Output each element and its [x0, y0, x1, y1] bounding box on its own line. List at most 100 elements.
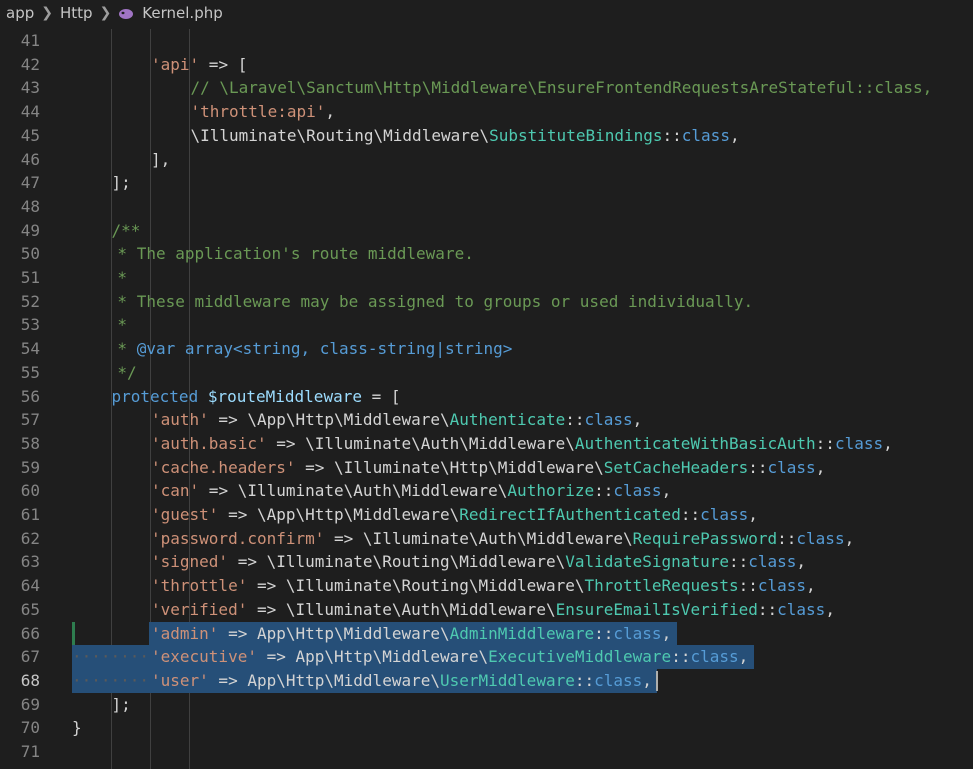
line-number: 45	[20, 125, 40, 145]
chevron-right-icon: ❯	[41, 4, 53, 21]
code-line[interactable]: 65 'verified' => \Illuminate\Auth\Middlew…	[0, 598, 973, 622]
line-number: 56	[20, 386, 40, 406]
code-line[interactable]: 44 'throttle:api',	[0, 100, 973, 124]
breadcrumb-item-app[interactable]: app	[6, 4, 34, 22]
code-line[interactable]: 66 'admin' => App\Http\Middleware\AdminMi…	[0, 621, 973, 646]
code-line[interactable]: 47];	[0, 171, 973, 195]
line-number: 68	[20, 670, 40, 690]
line-number: 52	[20, 291, 40, 311]
code-line[interactable]: 53 *	[0, 313, 973, 337]
text-cursor	[656, 670, 659, 691]
line-number: 43	[20, 78, 40, 98]
line-number: 66	[20, 623, 40, 643]
code-text: 'throttle' => \Illuminate\Routing\Middle…	[151, 576, 816, 596]
code-line[interactable]: 57 'auth' => \App\Http\Middleware\Authent…	[0, 408, 973, 432]
code-text: // \Laravel\Sanctum\Http\Middleware\Ensu…	[190, 78, 933, 98]
breadcrumb: app ❯ Http ❯ Kernel.php	[0, 0, 973, 25]
code-line[interactable]: 70}	[0, 716, 973, 740]
php-elephant-icon	[119, 8, 134, 19]
line-number: 55	[20, 362, 40, 382]
code-line[interactable]: 63 'signed' => \Illuminate\Routing\Middle…	[0, 550, 973, 574]
line-number: 61	[20, 505, 40, 524]
code-text: 'throttle:api',	[190, 102, 336, 122]
line-number: 51	[20, 268, 40, 287]
code-text: *	[117, 268, 128, 287]
code-line[interactable]: ········ 67 'executive' => App\Http\Middle…	[0, 645, 973, 669]
code-line[interactable]: 59 'cache.headers' => \Illuminate\Http\Mi…	[0, 456, 973, 480]
code-text: 'user' => App\Http\Middleware\UserMiddle…	[151, 670, 652, 690]
code-line[interactable]: 45 \Illuminate\Routing\Middleware\Substit…	[0, 124, 973, 148]
code-text: 'cache.headers' => \Illuminate\Http\Midd…	[151, 457, 826, 477]
line-number: 71	[20, 742, 40, 761]
code-text: 'auth.basic' => \Illuminate\Auth\Middlew…	[151, 433, 893, 453]
code-line[interactable]: 41	[0, 29, 973, 53]
code-line[interactable]: 69];	[0, 693, 973, 717]
code-line[interactable]: 49 /**	[0, 219, 973, 243]
line-number: 65	[20, 599, 40, 619]
line-number: 69	[20, 694, 40, 714]
whitespace-render: ········	[72, 670, 150, 690]
breadcrumb-item-http[interactable]: Http	[60, 4, 93, 22]
code-text: 'can' => \Illuminate\Auth\Middleware\Aut…	[151, 481, 672, 501]
code-text: */	[117, 362, 137, 382]
code-text: 'executive' => App\Http\Middleware\Execu…	[151, 647, 749, 667]
line-number: 57	[20, 410, 40, 430]
line-number: 70	[20, 718, 40, 738]
code-text: ],	[151, 149, 171, 169]
code-text: 'auth' => \App\Http\Middleware\Authentic…	[151, 410, 643, 430]
code-text: \Illuminate\Routing\Middleware\Substitut…	[190, 125, 740, 145]
code-line[interactable]: 62 'password.confirm' => \Illuminate\Auth…	[0, 527, 973, 551]
code-line[interactable]: 51 *	[0, 266, 973, 290]
line-number: 48	[20, 196, 40, 216]
line-number: 47	[20, 173, 40, 193]
code-line[interactable]: 43 // \Laravel\Sanctum\Http\Middleware\En…	[0, 76, 973, 100]
line-number: 67	[20, 647, 40, 667]
code-line[interactable]: 60 'can' => \Illuminate\Auth\Middleware\A…	[0, 479, 973, 503]
code-line[interactable]: 56 protected $routeMiddleware = [	[0, 385, 973, 409]
code-text: 'signed' => \Illuminate\Routing\Middlewa…	[151, 552, 807, 572]
code-text: /**	[111, 220, 141, 240]
code-line[interactable]: 52 * These middleware may be assigned to …	[0, 290, 973, 314]
line-number: 63	[20, 552, 40, 572]
code-text: ];	[111, 173, 131, 193]
code-text: * The application's route middleware.	[117, 244, 474, 264]
code-line[interactable]: 61 'guest' => \App\Http\Middleware\Redire…	[0, 503, 973, 527]
code-line[interactable]: ········ 68 'user' => App\Http\Middleware\…	[0, 668, 973, 693]
code-line[interactable]: 46],	[0, 148, 973, 172]
code-line[interactable]: 64 'throttle' => \Illuminate\Routing\Midd…	[0, 574, 973, 598]
line-number: 42	[20, 54, 40, 74]
code-text: protected $routeMiddleware = [	[111, 386, 401, 406]
code-editor-window: app ❯ Http ❯ Kernel.php 41 42'api' => [43…	[0, 0, 973, 769]
code-text: ];	[111, 694, 131, 714]
line-number: 62	[20, 528, 40, 548]
whitespace-render: ········	[72, 647, 150, 667]
line-number: 41	[20, 31, 40, 50]
line-number: 53	[20, 315, 40, 335]
line-number: 46	[20, 149, 40, 169]
line-number: 44	[20, 102, 40, 122]
line-number: 50	[20, 244, 40, 264]
code-text: *	[117, 315, 128, 335]
line-number: 54	[20, 339, 40, 359]
code-line[interactable]: 54 * @var array<string, class-string|stri…	[0, 337, 973, 361]
line-number: 59	[20, 457, 40, 477]
line-number: 58	[20, 433, 40, 453]
breadcrumb-file-name[interactable]: Kernel.php	[142, 4, 222, 22]
code-text: 'admin' => App\Http\Middleware\AdminMidd…	[151, 623, 672, 643]
code-line[interactable]: 55 */	[0, 361, 973, 385]
code-text: }	[72, 718, 82, 738]
code-text: * These middleware may be assigned to gr…	[117, 291, 754, 311]
code-line[interactable]: 48	[0, 195, 973, 219]
code-text: * @var array<string, class-string|string…	[117, 339, 513, 359]
code-text: 'api' => [	[151, 54, 248, 74]
chevron-right-icon: ❯	[99, 4, 112, 21]
code-text: 'verified' => \Illuminate\Auth\Middlewar…	[151, 599, 835, 619]
line-number: 60	[20, 481, 40, 501]
code-line[interactable]: 71	[0, 740, 973, 764]
line-number: 64	[20, 576, 40, 596]
code-text: 'password.confirm' => \Illuminate\Auth\M…	[151, 528, 855, 548]
code-line[interactable]: 42 'api' => [	[0, 53, 973, 77]
code-line[interactable]: 58 'auth.basic' => \Illuminate\Auth\Middl…	[0, 432, 973, 456]
editor-text-area[interactable]: 41 42 'api' => [ 43 // \Laravel\Sanctum\Http…	[0, 29, 973, 769]
code-line[interactable]: 50 * The application's route middleware.	[0, 242, 973, 266]
